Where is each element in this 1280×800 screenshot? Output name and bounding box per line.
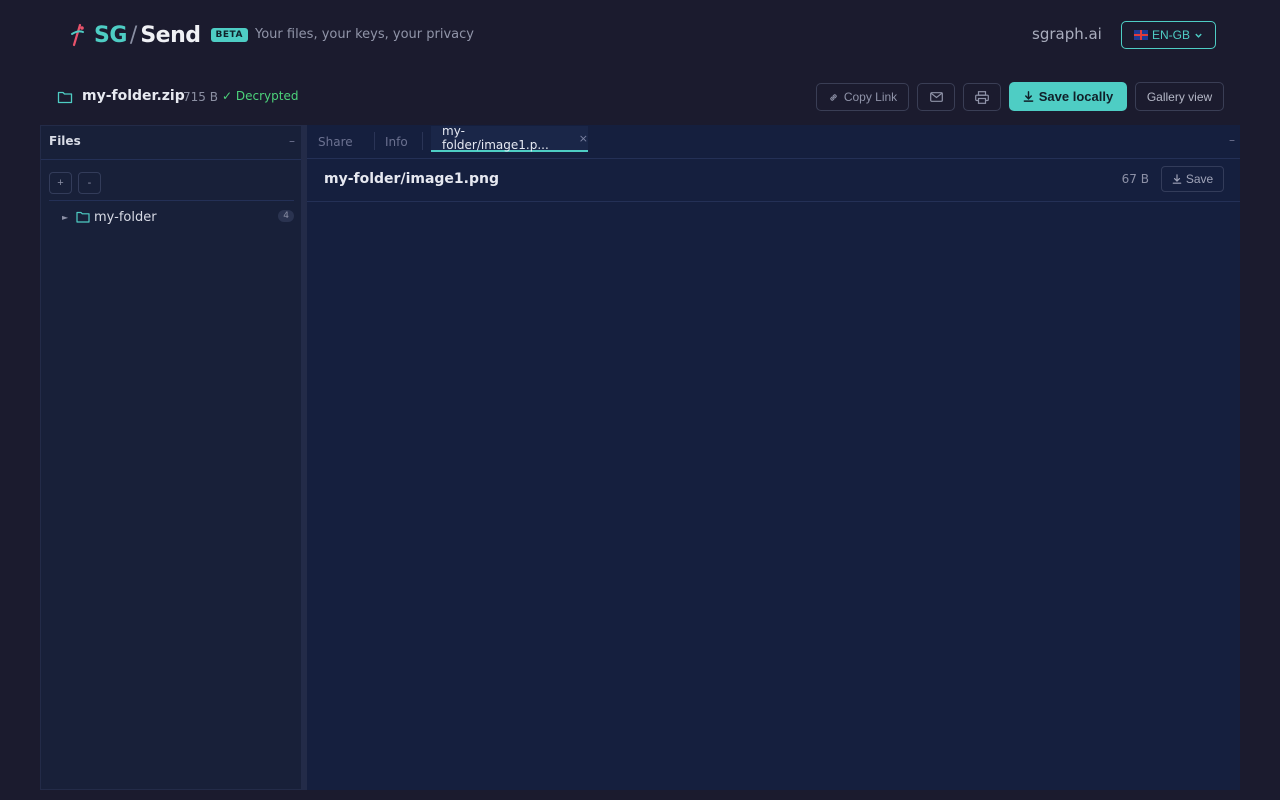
tab-divider [374, 132, 375, 150]
collapse-all-button[interactable]: - [78, 172, 101, 194]
files-panel-header: Files – [41, 126, 301, 160]
viewer-file-title: my-folder/image1.png [324, 171, 499, 187]
viewer-panel: Share Info my-folder/image1.p... × – my-… [307, 124, 1240, 790]
chevron-down-icon [1195, 33, 1202, 38]
tree-divider [49, 200, 294, 201]
print-button[interactable] [963, 83, 1001, 111]
link-icon [830, 93, 837, 101]
tree-item-my-folder[interactable]: ► my-folder 4 [49, 207, 294, 227]
close-icon[interactable]: × [579, 132, 588, 145]
viewer-panel-minimize-button[interactable]: – [1229, 133, 1235, 147]
save-locally-button[interactable]: Save locally [1009, 82, 1127, 111]
tab-bar: Share Info my-folder/image1.p... × – [307, 124, 1240, 159]
folder-icon [76, 211, 90, 223]
printer-icon [975, 90, 989, 104]
language-selector[interactable]: EN-GB [1121, 21, 1216, 49]
gallery-view-button[interactable]: Gallery view [1135, 82, 1224, 111]
logo-sg-text: SG [94, 22, 127, 48]
tree-item-label: my-folder [94, 209, 157, 225]
language-label: EN-GB [1151, 28, 1190, 42]
files-panel: Files – + - ► my-folder 4 [40, 125, 302, 790]
logo-slash: / [129, 22, 138, 48]
logo[interactable]: SG / Send BETA [68, 20, 248, 50]
download-icon [1172, 174, 1182, 184]
image-viewer-area [307, 202, 1240, 790]
save-file-button[interactable]: Save [1161, 166, 1224, 192]
file-size: 715 B [183, 90, 218, 104]
tree-controls: + - [49, 172, 101, 194]
expand-all-button[interactable]: + [49, 172, 72, 194]
save-locally-label: Save locally [1038, 89, 1114, 104]
decrypted-status: ✓ Decrypted [222, 89, 299, 103]
tab-image1-label: my-folder/image1.p... [442, 124, 549, 152]
tab-info[interactable]: Info [385, 125, 408, 159]
tree-item-count-badge: 4 [278, 210, 294, 222]
mail-icon [929, 92, 943, 102]
caret-right-icon[interactable]: ► [62, 213, 72, 222]
tagline: Your files, your keys, your privacy [255, 27, 474, 42]
file-bar: my-folder.zip 715 B ✓ Decrypted Copy Lin… [0, 80, 1280, 116]
download-icon [1023, 91, 1034, 102]
copy-link-button[interactable]: Copy Link [816, 83, 909, 111]
logo-icon [71, 23, 84, 47]
tab-image1[interactable]: my-folder/image1.p... × [431, 124, 588, 152]
sgraph-link[interactable]: sgraph.ai [1032, 25, 1102, 43]
email-button[interactable] [917, 83, 955, 111]
copy-link-label: Copy Link [843, 90, 898, 104]
logo-send-text: Send [140, 22, 201, 48]
viewer-header: my-folder/image1.png 67 B Save [307, 159, 1240, 202]
folder-icon [57, 91, 73, 104]
file-name: my-folder.zip [82, 88, 185, 104]
tab-divider [422, 132, 423, 150]
files-panel-minimize-button[interactable]: – [289, 134, 295, 148]
tab-share[interactable]: Share [318, 125, 353, 159]
beta-badge: BETA [210, 28, 248, 42]
app-header: SG / Send BETA Your files, your keys, yo… [0, 0, 1280, 70]
files-panel-title: Files [49, 134, 81, 148]
uk-flag-icon [1133, 30, 1148, 40]
save-file-label: Save [1185, 172, 1214, 186]
viewer-file-size: 67 B [1121, 172, 1149, 186]
